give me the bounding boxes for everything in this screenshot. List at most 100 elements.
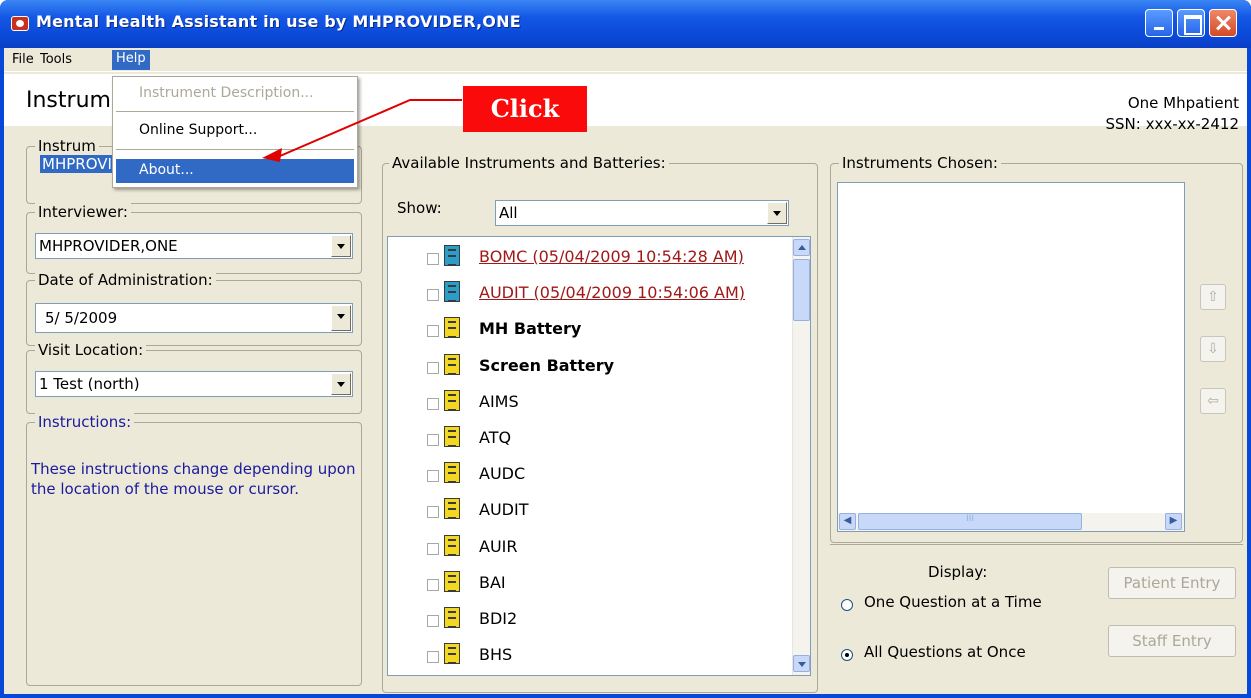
one-question-label[interactable]: One Question at a Time xyxy=(864,593,1042,611)
maximize-button[interactable] xyxy=(1177,9,1205,37)
instrument-icon xyxy=(444,643,460,665)
interviewer-combo[interactable]: MHPROVIDER,ONE xyxy=(35,233,353,259)
item-checkbox[interactable] xyxy=(427,325,439,338)
all-questions-label[interactable]: All Questions at Once xyxy=(864,643,1026,661)
app-window: Mental Health Assistant in use by MHPROV… xyxy=(0,0,1251,698)
chosen-label: Instruments Chosen: xyxy=(839,154,1001,172)
list-item[interactable]: AUDC xyxy=(388,456,788,492)
battery-icon xyxy=(444,353,460,375)
patient-name: One Mhpatient xyxy=(1127,94,1239,112)
item-checkbox[interactable] xyxy=(427,253,439,265)
list-item[interactable]: AUDIT (05/04/2009 10:54:06 AM) xyxy=(388,275,788,311)
available-group: Available Instruments and Batteries: Sho… xyxy=(382,154,818,693)
list-item[interactable]: Screen Battery xyxy=(388,348,788,384)
available-list[interactable]: BOMC (05/04/2009 10:54:28 AM) AUDIT (05/0… xyxy=(387,236,811,676)
list-item[interactable]: BAI xyxy=(388,565,788,601)
item-label: MH Battery xyxy=(479,319,582,339)
instrument-icon xyxy=(444,245,460,266)
menu-item-online-support[interactable]: Online Support... xyxy=(116,119,354,143)
help-menu-dropdown: Instrument Description... Online Support… xyxy=(112,76,358,188)
list-item[interactable]: AUDIT xyxy=(388,492,788,528)
item-checkbox[interactable] xyxy=(427,542,439,555)
menu-item-instrument-description[interactable]: Instrument Description... xyxy=(116,82,354,106)
left-panel: Instrum MHPROVIDER,ONE Interviewer: MHPR… xyxy=(4,128,376,688)
window-title: Mental Health Assistant in use by MHPROV… xyxy=(36,12,521,31)
move-up-button[interactable]: ⇧ xyxy=(1200,284,1226,310)
instrument-icon xyxy=(444,534,460,556)
title-bar[interactable]: Mental Health Assistant in use by MHPROV… xyxy=(0,0,1251,48)
page-title: Instrum xyxy=(26,88,111,113)
instrument-icon xyxy=(444,498,460,520)
scroll-left-icon[interactable]: ◀ xyxy=(839,513,856,530)
list-item[interactable]: BOMC (05/04/2009 10:54:28 AM) xyxy=(388,239,788,275)
item-label: Screen Battery xyxy=(479,355,615,375)
location-label: Visit Location: xyxy=(35,341,147,359)
scroll-down-icon[interactable] xyxy=(793,655,810,672)
menu-item-about[interactable]: About... xyxy=(116,159,354,183)
item-checkbox[interactable] xyxy=(427,615,439,627)
chosen-group: Instruments Chosen: ◀ III ▶ ⇧ ⇩ ⇦ xyxy=(830,154,1243,543)
list-item[interactable]: AIMS xyxy=(388,384,788,420)
list-item[interactable]: BHS xyxy=(388,637,788,673)
list-item[interactable]: BDI2 xyxy=(388,601,788,637)
all-questions-radio[interactable] xyxy=(841,649,853,661)
battery-icon xyxy=(444,317,460,339)
chosen-hscroll-thumb[interactable]: III xyxy=(858,513,1082,530)
instrument-icon xyxy=(444,426,460,447)
chevron-down-icon[interactable] xyxy=(767,202,787,224)
item-checkbox[interactable] xyxy=(427,289,439,302)
item-label: AUIR xyxy=(479,536,518,556)
close-button[interactable] xyxy=(1209,9,1237,37)
move-down-button[interactable]: ⇩ xyxy=(1200,336,1226,362)
instrument-icon xyxy=(444,570,460,592)
menu-separator xyxy=(116,111,354,112)
menu-help[interactable]: Help xyxy=(112,50,150,70)
chevron-down-icon[interactable] xyxy=(331,235,351,257)
date-label: Date of Administration: xyxy=(35,271,216,289)
date-value: 5/ 5/2009 xyxy=(45,309,118,327)
chevron-down-icon[interactable] xyxy=(331,373,351,395)
item-label: BAI xyxy=(479,572,506,592)
item-checkbox[interactable] xyxy=(427,506,439,519)
item-checkbox[interactable] xyxy=(427,651,439,664)
staff-entry-button[interactable]: Staff Entry xyxy=(1108,625,1236,657)
scroll-right-icon[interactable]: ▶ xyxy=(1165,513,1182,530)
chosen-hscrollbar[interactable]: ◀ III ▶ xyxy=(838,513,1184,531)
location-combo[interactable]: 1 Test (north) xyxy=(35,371,353,397)
item-label: ATQ xyxy=(479,428,512,447)
instructions-group: Instructions: These instructions change … xyxy=(26,413,362,686)
show-filter-combo[interactable]: All xyxy=(495,200,789,226)
patient-entry-button[interactable]: Patient Entry xyxy=(1108,567,1236,599)
menu-file[interactable]: File xyxy=(8,51,38,71)
item-label: BOMC (05/04/2009 10:54:28 AM) xyxy=(479,247,744,266)
available-list-scrollbar[interactable] xyxy=(792,237,810,675)
app-icon[interactable] xyxy=(11,16,29,31)
display-label: Display: xyxy=(928,563,988,581)
item-label: AUDIT xyxy=(479,500,529,520)
item-checkbox[interactable] xyxy=(427,397,439,410)
location-group: Visit Location: 1 Test (north) xyxy=(26,341,362,414)
remove-button[interactable]: ⇦ xyxy=(1200,388,1226,414)
scroll-thumb[interactable] xyxy=(793,259,810,321)
instrument-icon xyxy=(444,462,460,484)
instrument-icon xyxy=(444,281,460,303)
list-item[interactable]: ATQ xyxy=(388,420,788,456)
menu-tools[interactable]: Tools xyxy=(36,51,76,71)
location-value: 1 Test (north) xyxy=(39,375,140,393)
item-checkbox[interactable] xyxy=(427,578,439,591)
instrument-icon xyxy=(444,389,460,411)
item-checkbox[interactable] xyxy=(427,361,439,374)
list-item[interactable]: AUIR xyxy=(388,529,788,565)
item-checkbox[interactable] xyxy=(427,434,439,446)
date-picker[interactable]: 5/ 5/2009 xyxy=(35,303,353,333)
chevron-down-icon[interactable] xyxy=(331,305,351,331)
item-checkbox[interactable] xyxy=(427,470,439,483)
scroll-up-icon[interactable] xyxy=(793,239,810,256)
list-item[interactable]: MH Battery xyxy=(388,311,788,347)
item-label: AIMS xyxy=(479,391,519,411)
one-question-radio[interactable] xyxy=(841,599,853,611)
minimize-button[interactable] xyxy=(1145,9,1173,37)
item-label: AUDIT (05/04/2009 10:54:06 AM) xyxy=(479,283,746,303)
interviewer-label: Interviewer: xyxy=(35,203,131,221)
chosen-list[interactable]: ◀ III ▶ xyxy=(837,182,1185,532)
